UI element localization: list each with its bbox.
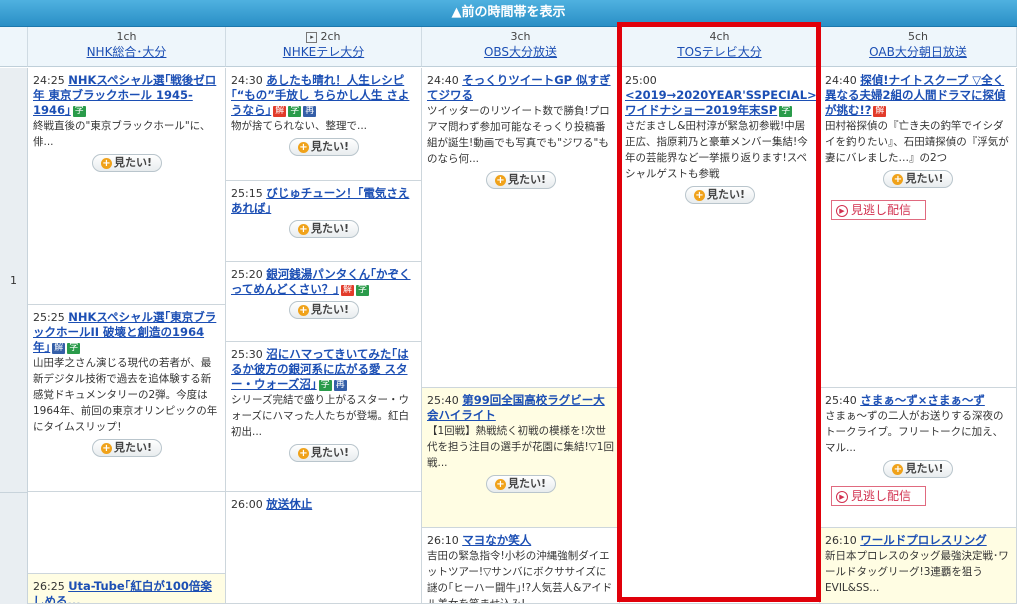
want-to-watch-button[interactable]: + 見たい! xyxy=(91,439,162,457)
channel-number: 3ch xyxy=(510,30,531,43)
channel-link-nhk-etele[interactable]: NHKEテレ大分 xyxy=(283,45,364,59)
rerun-badge: 再 xyxy=(333,379,347,391)
subtitle-badge: 字 xyxy=(72,105,86,117)
subtitle-badge: 字 xyxy=(779,105,793,117)
play-icon[interactable]: ▸ xyxy=(306,31,318,43)
program-description: 新日本プロレスのタッグ最強決定戦･ワールドタッグリーグ!3連覇を狙うEVIL&S… xyxy=(825,550,1009,594)
channel-link-oab[interactable]: OAB大分朝日放送 xyxy=(869,45,967,59)
plus-icon: + xyxy=(297,223,309,235)
plus-icon: + xyxy=(297,447,309,459)
plus-icon: + xyxy=(892,173,904,185)
want-to-watch-button[interactable]: + 見たい! xyxy=(485,475,556,493)
channel-header-3: 3ch OBS大分放送 xyxy=(422,27,620,67)
want-to-watch-button[interactable]: + 見たい! xyxy=(883,170,953,188)
header-corner xyxy=(0,27,28,67)
want-to-watch-button[interactable]: + 見たい! xyxy=(288,301,359,319)
want-to-watch-button[interactable]: + 見たい! xyxy=(485,171,556,189)
program-title-link[interactable]: ワールドプロレスリング xyxy=(860,533,987,547)
play-circle-icon: ▶ xyxy=(836,490,848,503)
time-column: 1 xyxy=(0,68,28,604)
plus-icon: + xyxy=(892,463,904,475)
program-cell[interactable]: 24:40 そっくりツイートGP 似すぎてジワる ツイッターのリツイート数で勝負… xyxy=(422,68,620,388)
program-cell[interactable]: 25:15 びじゅチューン！｢電気さえあれば｣ + 見たい! xyxy=(226,181,422,262)
catchup-stream-button[interactable]: ▶ 見逃し配信 xyxy=(831,200,927,220)
subtitle-badge: 字 xyxy=(288,105,302,117)
program-cell[interactable]: 26:10 ワールドプロレスリング 新日本プロレスのタッグ最強決定戦･ワールドタ… xyxy=(820,528,1017,604)
rerun-badge: 再 xyxy=(303,105,317,117)
hour-divider xyxy=(0,492,27,493)
program-title-link[interactable]: 放送休止 xyxy=(266,497,312,511)
plus-icon: + xyxy=(494,174,506,186)
channel-header-2: ▸ 2ch NHKEテレ大分 xyxy=(226,27,422,67)
plus-icon: + xyxy=(297,141,309,153)
program-description: 吉田の緊急指令!小杉の沖縄強制ダイエットツアー!▽サンバにボクササイズに謎の｢ヒ… xyxy=(427,550,613,604)
play-circle-icon: ▶ xyxy=(836,204,848,217)
commentary-badge: 解 xyxy=(873,105,887,117)
commentary-badge: 解 xyxy=(52,342,66,354)
program-title-link[interactable]: マヨなか笑人 xyxy=(462,533,531,547)
channel-link-tos[interactable]: TOSテレビ大分 xyxy=(677,45,761,59)
plus-icon: + xyxy=(494,478,506,490)
want-to-watch-button[interactable]: + 見たい! xyxy=(883,460,953,478)
subtitle-badge: 字 xyxy=(356,284,370,296)
want-to-watch-button[interactable]: + 見たい! xyxy=(288,220,359,238)
program-title-link[interactable]: さまぁ～ず×さまぁ～ず xyxy=(860,393,985,407)
plus-icon: + xyxy=(693,189,705,201)
program-cell[interactable]: 24:25 NHKスペシャル選｢戦後ゼロ年 東京ブラックホール 1945-194… xyxy=(28,68,226,305)
program-cell[interactable]: 25:30 沼にハマってきいてみた｢はるか彼方の銀河系に広がる愛 スター・ウォー… xyxy=(226,342,422,492)
program-cell[interactable]: 25:25 NHKスペシャル選｢東京ブラックホールII 破壊と創造の1964年｣… xyxy=(28,305,226,492)
program-cell[interactable]: 25:40 第99回全国高校ラグビー大会ハイライト 【1回戦】熱戦続く初戦の模様… xyxy=(422,388,620,528)
channel-header-4: 4ch TOSテレビ大分 xyxy=(620,27,820,67)
channel-number: 4ch xyxy=(709,30,730,43)
program-cell-empty xyxy=(28,492,226,574)
program-description: ツイッターのリツイート数で勝負!プロアマ問わず参加可能なそっくり投稿番組が誕生!… xyxy=(427,105,610,165)
program-cell[interactable]: 26:25 Uta-Tube｢紅白が100倍楽しめる... xyxy=(28,574,226,604)
want-to-watch-button[interactable]: + 見たい! xyxy=(288,444,359,462)
program-description: 物が捨てられない、整理で... xyxy=(231,120,368,132)
program-cell[interactable]: 25:00 <2019→2020YEAR'SSPECIAL>ワイドナショー201… xyxy=(620,68,820,604)
program-description: 田村裕探偵の『亡き夫の釣竿でイシダイを釣りたい』、石田靖探偵の『浮気が妻にバレま… xyxy=(825,120,1009,164)
previous-timeslot-button[interactable]: ▲前の時間帯を表示 xyxy=(0,0,1017,27)
hour-label: 1 xyxy=(10,274,17,287)
program-cell[interactable]: 26:00 放送休止 xyxy=(226,492,422,604)
channel-number: 1ch xyxy=(116,30,137,43)
plus-icon: + xyxy=(100,442,112,454)
plus-icon: + xyxy=(297,304,309,316)
program-description: 終戦直後の"東京ブラックホール"に、俳... xyxy=(33,120,211,148)
program-cell[interactable]: 24:30 あしたも晴れ！人生レシピ｢“もの”手放し ちらかし人生 さようなら｣… xyxy=(226,68,422,181)
channel-number: 2ch xyxy=(320,30,341,43)
subtitle-badge: 字 xyxy=(318,379,332,391)
program-description: さまぁ～ずの二人がお送りする深夜のトークライブ。フリートークに加え、マル... xyxy=(825,410,1004,454)
program-description: シリーズ完結で盛り上がるスター・ウォーズにハマった人たちが登場。紅白初出... xyxy=(231,394,409,438)
program-cell[interactable]: 25:40 さまぁ～ず×さまぁ～ず さまぁ～ずの二人がお送りする深夜のトークライ… xyxy=(820,388,1017,528)
commentary-badge: 解 xyxy=(340,284,354,296)
catchup-stream-button[interactable]: ▶ 見逃し配信 xyxy=(831,486,927,506)
channel-link-obs[interactable]: OBS大分放送 xyxy=(484,45,557,59)
program-cell[interactable]: 26:10 マヨなか笑人 吉田の緊急指令!小杉の沖縄強制ダイエットツアー!▽サン… xyxy=(422,528,620,604)
program-cell[interactable]: 25:20 銀河銭湯パンタくん｢かぞくってめんどくさい？｣解字 + 見たい! xyxy=(226,262,422,342)
channel-number: 5ch xyxy=(907,30,929,43)
program-description: 山田孝之さん演じる現代の若者が、最新デジタル技術で過去を追体験する新感覚ドキュメ… xyxy=(33,357,218,433)
subtitle-badge: 字 xyxy=(67,342,81,354)
plus-icon: + xyxy=(100,157,112,169)
channel-header-1: 1ch NHK総合･大分 xyxy=(28,27,226,67)
commentary-badge: 解 xyxy=(273,105,287,117)
program-cell[interactable]: 24:40 探偵!ナイトスクープ ▽全く異なる夫婦2組の人間ドラマに探偵が挑む!… xyxy=(820,68,1017,388)
channel-link-nhk-sogo[interactable]: NHK総合･大分 xyxy=(87,45,167,59)
want-to-watch-button[interactable]: + 見たい! xyxy=(684,186,755,204)
want-to-watch-button[interactable]: + 見たい! xyxy=(288,138,359,156)
want-to-watch-button[interactable]: + 見たい! xyxy=(91,154,162,172)
program-description: さだまさし&田村淳が緊急初参戦!中居正広、指原莉乃と豪華メンバー集結!今年の芸能… xyxy=(625,120,808,180)
program-description: 【1回戦】熱戦続く初戦の模様を!次世代を担う注目の選手が花園に集結!▽1回戦..… xyxy=(427,425,614,469)
channel-header-5: 5ch OAB大分朝日放送 xyxy=(820,27,1017,67)
